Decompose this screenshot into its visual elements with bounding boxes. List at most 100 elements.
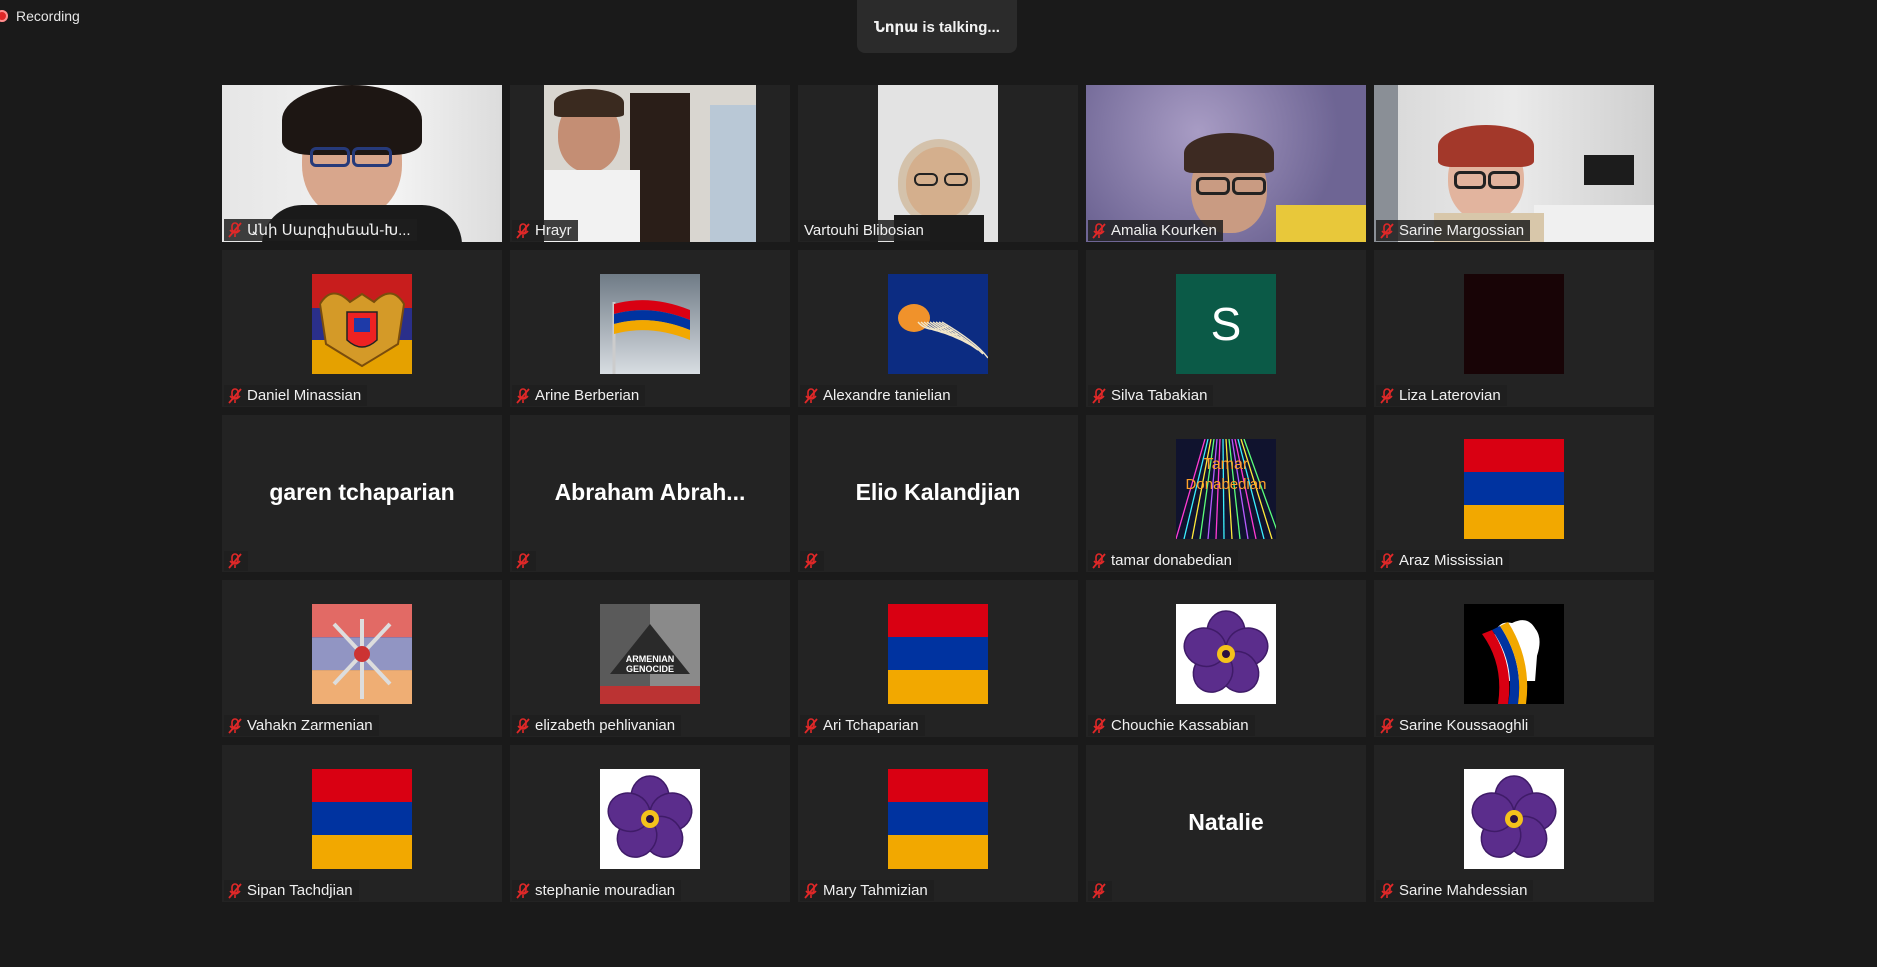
svg-text:Tamar: Tamar xyxy=(1204,456,1249,473)
participant-tile[interactable]: S Silva Tabakian xyxy=(1086,250,1366,407)
mic-muted-icon xyxy=(1092,883,1106,899)
participant-name: elizabeth pehlivanian xyxy=(535,717,676,734)
participant-label: stephanie mouradian xyxy=(512,880,682,901)
participant-tile[interactable]: Sipan Tachdjian xyxy=(222,745,502,902)
participant-name: Անի Սարգիսեան-Խ... xyxy=(247,222,411,239)
participant-video xyxy=(1374,85,1654,242)
participant-label xyxy=(512,551,536,571)
mic-muted-icon xyxy=(1380,222,1394,239)
participant-tile[interactable]: Sarine Koussaoghli xyxy=(1374,580,1654,737)
participant-label: Chouchie Kassabian xyxy=(1088,715,1255,736)
participant-name: Hrayr xyxy=(535,222,572,239)
participant-tile[interactable]: Abraham Abrah... xyxy=(510,415,790,572)
mic-muted-icon xyxy=(228,553,242,569)
participant-avatar xyxy=(1176,603,1276,704)
participant-name: Daniel Minassian xyxy=(247,387,362,404)
mic-muted-icon xyxy=(516,222,530,239)
participant-label: Liza Laterovian xyxy=(1376,385,1507,406)
recording-label: Recording xyxy=(16,8,80,24)
svg-text:S: S xyxy=(1211,298,1242,350)
mic-muted-icon xyxy=(1092,222,1106,239)
participant-tile[interactable]: Chouchie Kassabian xyxy=(1086,580,1366,737)
participant-label: Mary Tahmizian xyxy=(800,880,934,901)
participant-name: Sarine Koussaoghli xyxy=(1399,717,1529,734)
participant-name: Arine Berberian xyxy=(535,387,640,404)
active-speaker-banner: Նորա is talking... xyxy=(857,0,1017,53)
participant-avatar: Tamar Donabedian xyxy=(1176,438,1276,539)
participant-avatar xyxy=(312,603,412,704)
participant-tile[interactable]: Mary Tahmizian xyxy=(798,745,1078,902)
participant-name: Vahakn Zarmenian xyxy=(247,717,373,734)
participant-tile[interactable]: garen tchaparian xyxy=(222,415,502,572)
svg-text:Donabedian: Donabedian xyxy=(1186,476,1267,493)
recording-dot-icon xyxy=(0,10,8,22)
mic-muted-icon xyxy=(516,717,530,734)
participant-name: Sarine Mahdessian xyxy=(1399,882,1528,899)
participant-label xyxy=(800,551,824,571)
participant-label: Amalia Kourken xyxy=(1088,220,1223,241)
participant-tile[interactable]: Sarine Mahdessian xyxy=(1374,745,1654,902)
participant-name: stephanie mouradian xyxy=(535,882,676,899)
participant-name: tamar donabedian xyxy=(1111,552,1232,569)
mic-muted-icon xyxy=(804,553,818,569)
participant-label: Hrayr xyxy=(512,220,578,241)
participant-tile[interactable]: Hrayr xyxy=(510,85,790,242)
mic-muted-icon xyxy=(228,222,242,238)
mic-muted-icon xyxy=(228,387,242,404)
participant-tile[interactable]: Tamar Donabedian tamar donabedian xyxy=(1086,415,1366,572)
mic-muted-icon xyxy=(1092,387,1106,404)
mic-muted-icon xyxy=(516,553,530,569)
participant-label: tamar donabedian xyxy=(1088,550,1238,571)
participant-label: Անի Սարգիսեան-Խ... xyxy=(224,219,417,241)
participant-name: Araz Mississian xyxy=(1399,552,1504,569)
participant-tile[interactable]: Sarine Margossian xyxy=(1374,85,1654,242)
participant-video xyxy=(510,85,790,242)
participant-avatar xyxy=(312,273,412,374)
mic-muted-icon xyxy=(1092,552,1106,569)
participant-avatar xyxy=(1464,768,1564,869)
svg-text:GENOCIDE: GENOCIDE xyxy=(626,664,674,674)
mic-muted-icon xyxy=(1380,552,1394,569)
participant-avatar xyxy=(1464,603,1564,704)
participant-tile[interactable]: Elio Kalandjian xyxy=(798,415,1078,572)
mic-muted-icon xyxy=(1380,882,1394,899)
mic-muted-icon xyxy=(1380,387,1394,404)
participant-label: Vahakn Zarmenian xyxy=(224,715,379,736)
participant-tile[interactable]: Amalia Kourken xyxy=(1086,85,1366,242)
mic-muted-icon xyxy=(516,882,530,899)
participant-tile[interactable]: Vartouhi Blibosian xyxy=(798,85,1078,242)
participant-tile[interactable]: Ari Tchaparian xyxy=(798,580,1078,737)
participant-avatar xyxy=(888,603,988,704)
mic-muted-icon xyxy=(228,882,242,899)
mic-muted-icon xyxy=(1380,717,1394,734)
svg-text:ARMENIAN: ARMENIAN xyxy=(626,654,675,664)
active-speaker-text: Նորա is talking... xyxy=(874,18,1000,36)
participant-name: Alexandre tanielian xyxy=(823,387,951,404)
participant-tile[interactable]: stephanie mouradian xyxy=(510,745,790,902)
participant-avatar xyxy=(1464,273,1564,374)
participant-tile[interactable]: Alexandre tanielian xyxy=(798,250,1078,407)
participant-video xyxy=(1086,85,1366,242)
participant-tile[interactable]: Liza Laterovian xyxy=(1374,250,1654,407)
participant-display-name: Natalie xyxy=(1188,808,1264,835)
participant-tile[interactable]: Natalie xyxy=(1086,745,1366,902)
participant-avatar: S xyxy=(1176,273,1276,374)
participant-tile[interactable]: ARMENIAN GENOCIDE elizabeth pehlivanian xyxy=(510,580,790,737)
participant-name: Ari Tchaparian xyxy=(823,717,919,734)
participant-name: Mary Tahmizian xyxy=(823,882,928,899)
participant-label: Alexandre tanielian xyxy=(800,385,957,406)
participant-avatar xyxy=(312,768,412,869)
participant-tile[interactable]: Araz Mississian xyxy=(1374,415,1654,572)
participant-display-name: Abraham Abrah... xyxy=(554,478,746,505)
participant-label: Ari Tchaparian xyxy=(800,715,925,736)
participant-name: Sarine Margossian xyxy=(1399,222,1525,239)
participant-display-name: garen tchaparian xyxy=(269,478,455,505)
participant-tile[interactable]: Arine Berberian xyxy=(510,250,790,407)
participant-name: Sipan Tachdjian xyxy=(247,882,353,899)
participant-label: Sarine Koussaoghli xyxy=(1376,715,1535,736)
participant-tile[interactable]: Vahakn Zarmenian xyxy=(222,580,502,737)
participant-tile[interactable]: Daniel Minassian xyxy=(222,250,502,407)
participant-tile[interactable]: Անի Սարգիսեան-Խ... xyxy=(222,85,502,242)
mic-muted-icon xyxy=(804,717,818,734)
recording-indicator[interactable]: Recording xyxy=(0,8,80,24)
